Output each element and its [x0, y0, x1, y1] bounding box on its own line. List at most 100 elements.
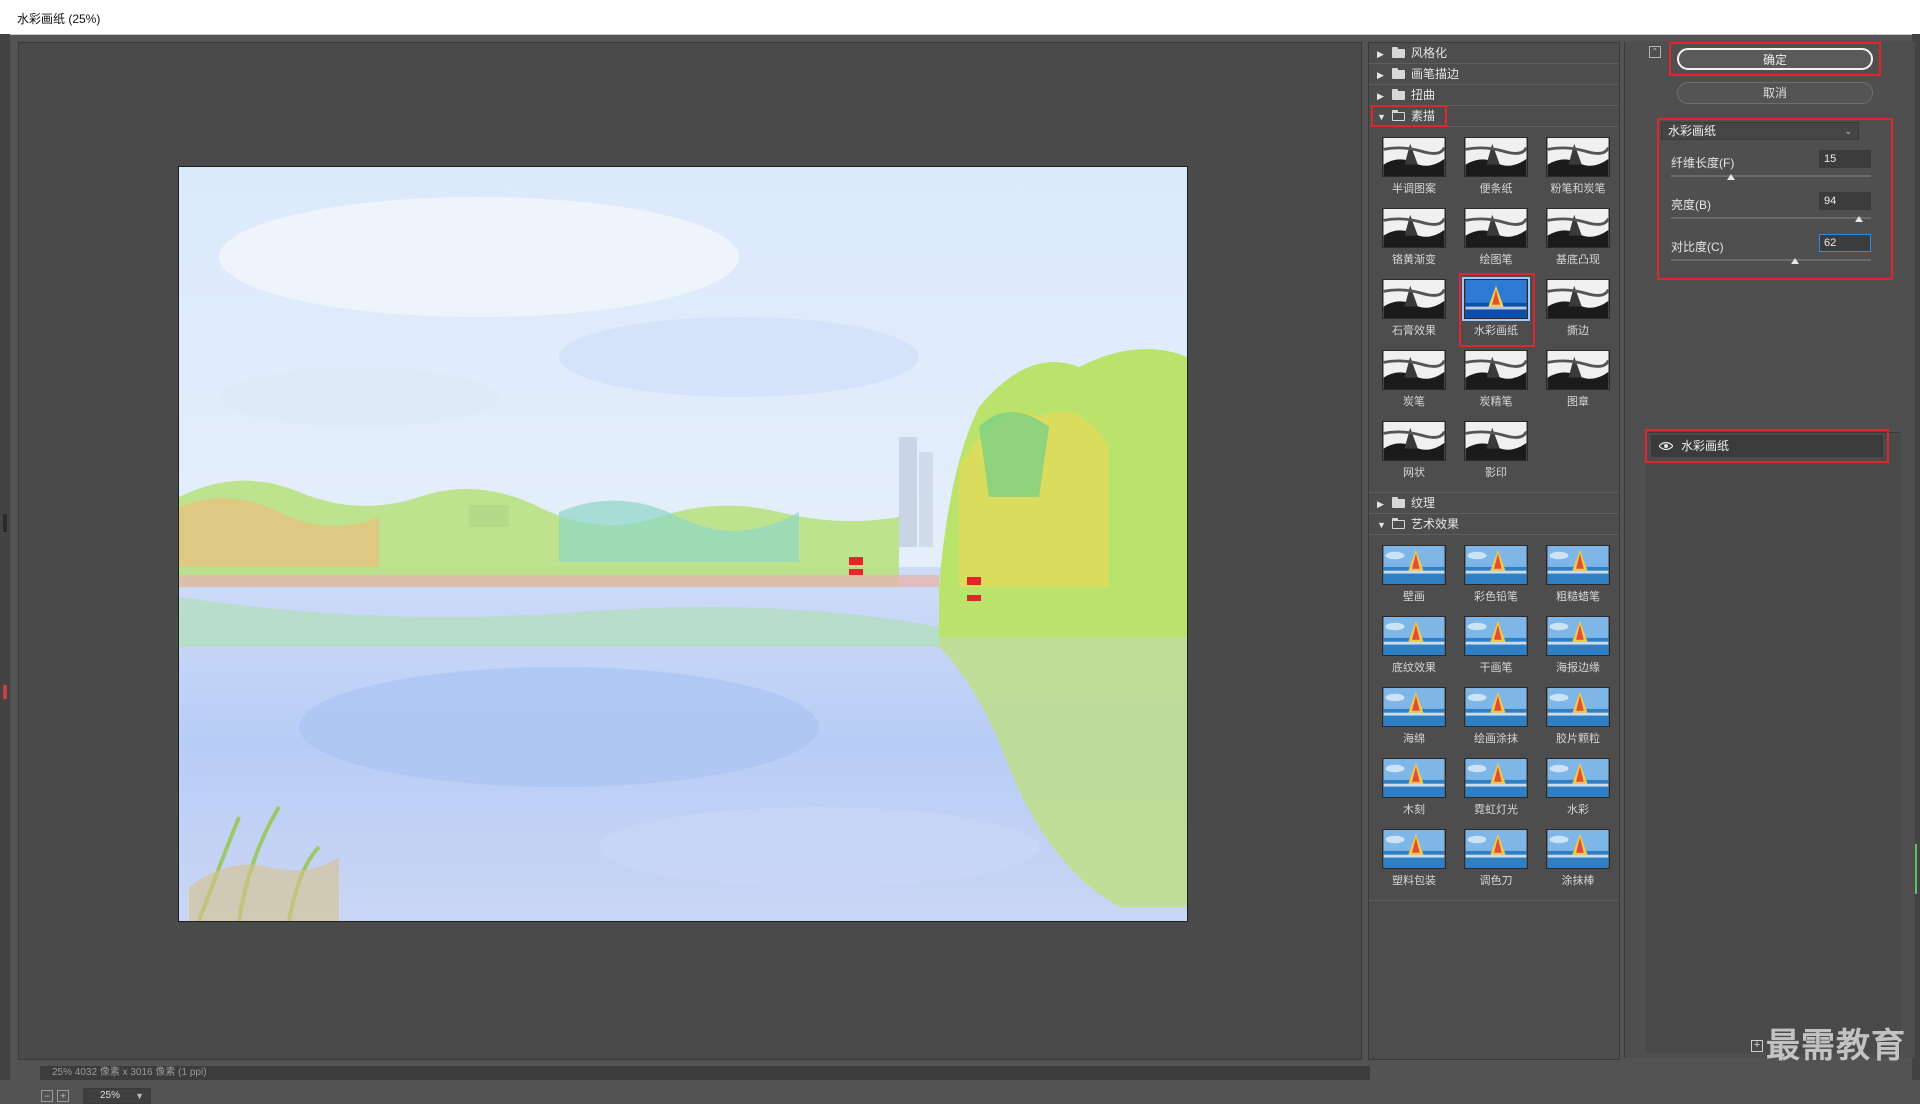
filter-thumb[interactable]: 木刻 — [1373, 754, 1455, 825]
filter-thumbnail — [1546, 350, 1610, 390]
filter-thumb[interactable]: 炭笔 — [1373, 346, 1455, 417]
filter-label: 绘图笔 — [1479, 254, 1513, 266]
fiber-length-input[interactable]: 15 — [1819, 150, 1871, 168]
filter-label: 粗糙蜡笔 — [1556, 591, 1600, 603]
slider-knob[interactable] — [1727, 174, 1735, 180]
category-distort[interactable]: ▶ 扭曲 — [1369, 85, 1619, 106]
filter-thumb[interactable]: 霓虹灯光 — [1455, 754, 1537, 825]
filter-label: 炭精笔 — [1479, 396, 1513, 408]
filter-thumbnail — [1382, 421, 1446, 461]
filter-thumb[interactable]: 塑料包装 — [1373, 825, 1455, 896]
filter-thumb[interactable]: 网状 — [1373, 417, 1455, 488]
slider-track[interactable] — [1671, 175, 1871, 177]
filter-thumbnail — [1382, 758, 1446, 798]
filter-thumbnail — [1546, 758, 1610, 798]
param-label: 亮度(B) — [1671, 198, 1711, 212]
filter-thumbnail — [1464, 687, 1528, 727]
filter-select-value: 水彩画纸 — [1668, 124, 1717, 138]
filter-thumb[interactable]: 水彩 — [1537, 754, 1619, 825]
filter-thumbnail — [1546, 687, 1610, 727]
zoom-bar: − + 25% ▼ — [41, 1088, 151, 1104]
filter-label: 半调图案 — [1392, 183, 1436, 195]
param-brightness: 亮度(B) 94 — [1671, 192, 1871, 236]
filter-thumbnail — [1462, 277, 1530, 321]
filter-thumb[interactable]: 彩色铅笔 — [1455, 541, 1537, 612]
filter-thumb[interactable]: 涂抹棒 — [1537, 825, 1619, 896]
cancel-button[interactable]: 取消 — [1677, 82, 1873, 104]
filter-thumb[interactable]: 炭精笔 — [1455, 346, 1537, 417]
filter-thumb[interactable]: 粉笔和炭笔 — [1537, 133, 1619, 204]
filter-thumb[interactable]: 绘画涂抹 — [1455, 683, 1537, 754]
filter-thumbnail — [1546, 279, 1610, 319]
brightness-input[interactable]: 94 — [1819, 192, 1871, 210]
filter-label: 干画笔 — [1479, 662, 1513, 674]
filter-thumbnail — [1546, 545, 1610, 585]
slider-track[interactable] — [1671, 217, 1871, 219]
filter-thumb[interactable]: 干画笔 — [1455, 612, 1537, 683]
category-sketch[interactable]: ▼ 素描 — [1369, 105, 1619, 127]
filter-thumbnail — [1382, 829, 1446, 869]
slider-knob[interactable] — [1855, 216, 1863, 222]
filter-thumb[interactable]: 绘图笔 — [1455, 204, 1537, 275]
filter-thumb[interactable]: 海绵 — [1373, 683, 1455, 754]
effect-layer-row[interactable]: 水彩画纸 — [1651, 435, 1883, 457]
edge-tick-red — [3, 685, 7, 699]
chevron-down-icon: ▼ — [135, 1091, 144, 1101]
artistic-filter-grid: 壁画 彩色铅笔 粗糙蜡笔底纹效果 干画笔 海报边缘海绵 绘画涂抹 胶片颗粒木刻 霓虹灯光 水彩塑… — [1369, 535, 1619, 901]
filter-label: 海绵 — [1403, 733, 1425, 745]
category-label: 素描 — [1411, 109, 1436, 123]
filter-thumbnail — [1546, 829, 1610, 869]
preview-image[interactable] — [178, 166, 1188, 922]
new-layer-icon[interactable]: + — [1751, 1040, 1763, 1052]
category-brush-strokes[interactable]: ▶ 画笔描边 — [1369, 64, 1619, 85]
filter-thumbnail — [1464, 758, 1528, 798]
folder-icon — [1392, 497, 1405, 508]
preview-panel[interactable]: − + 25% ▼ — [18, 42, 1362, 1104]
filter-thumb[interactable]: 调色刀 — [1455, 825, 1537, 896]
filter-thumb[interactable]: 影印 — [1455, 417, 1537, 488]
filter-thumbnail — [1464, 829, 1528, 869]
filter-thumb[interactable]: 底纹效果 — [1373, 612, 1455, 683]
ok-button[interactable]: 确定 — [1677, 48, 1873, 70]
zoom-out-button[interactable]: − — [41, 1090, 53, 1102]
filter-label: 绘画涂抹 — [1474, 733, 1518, 745]
filter-label: 图章 — [1567, 396, 1589, 408]
filter-thumb[interactable]: 海报边缘 — [1537, 612, 1619, 683]
filter-thumb[interactable]: 图章 — [1537, 346, 1619, 417]
expand-arrow-icon: ▶ — [1377, 70, 1384, 80]
zoom-in-button[interactable]: + — [57, 1090, 69, 1102]
filter-thumbnail — [1464, 616, 1528, 656]
filter-thumb[interactable]: 便条纸 — [1455, 133, 1537, 204]
category-label: 画笔描边 — [1411, 67, 1460, 81]
filter-label: 底纹效果 — [1392, 662, 1436, 674]
slider-knob[interactable] — [1791, 258, 1799, 264]
filter-thumb[interactable]: 胶片颗粒 — [1537, 683, 1619, 754]
filter-label: 壁画 — [1403, 591, 1425, 603]
filter-thumb[interactable]: 半调图案 — [1373, 133, 1455, 204]
filter-thumbnail — [1546, 137, 1610, 177]
filter-thumb[interactable]: 撕边 — [1537, 275, 1619, 346]
sketch-filter-grid: 半调图案 便条纸 粉笔和炭笔铬黄渐变 绘图笔 基底凸现石膏效果 水彩画纸 撕边炭笔 炭精笔 图章… — [1369, 127, 1619, 493]
filter-label: 撕边 — [1567, 325, 1589, 337]
collapse-panel-icon[interactable]: ⌃ — [1649, 46, 1661, 58]
zoom-value: 25% — [100, 1090, 121, 1101]
folder-icon — [1392, 89, 1405, 100]
filter-thumb[interactable]: 石膏效果 — [1373, 275, 1455, 346]
filter-thumb[interactable]: 基底凸现 — [1537, 204, 1619, 275]
folder-icon — [1392, 47, 1405, 58]
slider-track[interactable] — [1671, 259, 1871, 261]
filter-thumb[interactable]: 壁画 — [1373, 541, 1455, 612]
filter-thumb[interactable]: 水彩画纸 — [1455, 273, 1537, 347]
zoom-select[interactable]: 25% ▼ — [83, 1088, 151, 1104]
filter-select[interactable]: 水彩画纸 ⌄ — [1661, 122, 1859, 140]
category-texture[interactable]: ▶ 纹理 — [1369, 493, 1619, 514]
title-bar: 水彩画纸 (25%) — [0, 0, 1920, 35]
eye-icon[interactable] — [1659, 442, 1673, 450]
filter-thumb[interactable]: 粗糙蜡笔 — [1537, 541, 1619, 612]
category-artistic[interactable]: ▼ 艺术效果 — [1369, 514, 1619, 535]
filter-thumb[interactable]: 铬黄渐变 — [1373, 204, 1455, 275]
param-fiber-length: 纤维长度(F) 15 — [1671, 150, 1871, 194]
filter-thumbnail — [1382, 350, 1446, 390]
category-stylize[interactable]: ▶ 风格化 — [1369, 43, 1619, 64]
contrast-input[interactable]: 62 — [1819, 234, 1871, 252]
